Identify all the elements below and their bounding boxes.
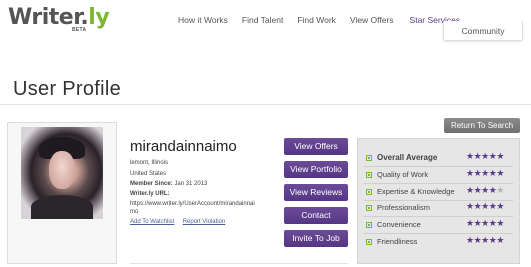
profile-links: Add To Watchlist Report Violation bbox=[130, 218, 225, 226]
view-offers-button[interactable]: View Offers bbox=[284, 138, 348, 155]
ratings-panel: Overall Average ★ ★ ★ ★ ★ Quality of Work ★ ★ ★ ★ ★… bbox=[357, 138, 520, 264]
rating-bullet-icon bbox=[366, 188, 372, 195]
contact-button[interactable]: Contact bbox=[284, 207, 348, 224]
star-icon: ★ bbox=[466, 219, 474, 230]
profile-url-line1[interactable]: https://www.writer.ly/UserAccount/mirand… bbox=[130, 200, 255, 208]
rating-label: Professionalism bbox=[377, 203, 430, 213]
rating-stars: ★★★★★ bbox=[466, 236, 504, 246]
return-to-search-button[interactable]: Return To Search bbox=[444, 118, 520, 133]
community-tab[interactable]: Community bbox=[443, 21, 523, 41]
star-icon: ★ bbox=[466, 202, 474, 213]
rating-row: Professionalism ★★★★★ bbox=[366, 201, 514, 217]
rating-bullet-icon bbox=[366, 171, 372, 178]
star-icon: ★ bbox=[481, 152, 489, 162]
site-header: Writer.ly BETA How it Works Find Talent … bbox=[0, 0, 531, 42]
member-since-label: Member Since: bbox=[130, 181, 173, 187]
star-icon: ★ bbox=[466, 168, 474, 179]
rating-stars: ★★★★★ bbox=[466, 219, 504, 229]
photo-shoulders bbox=[31, 195, 93, 219]
member-since: Member Since: Jan 31 2013 bbox=[130, 180, 207, 188]
title-divider bbox=[0, 104, 531, 105]
profile-photo-frame bbox=[7, 122, 117, 264]
rating-stars: ★★★★★ bbox=[466, 152, 504, 162]
url-label: Writer.ly URL: bbox=[130, 191, 170, 197]
page-title: User Profile bbox=[13, 78, 122, 100]
rating-label: Quality of Work bbox=[377, 169, 429, 179]
main-nav: How it Works Find Talent Find Work View … bbox=[178, 15, 474, 25]
profile-url-line2[interactable]: mo bbox=[130, 208, 138, 216]
rating-stars: ★★★★★ bbox=[466, 202, 504, 212]
photo-face bbox=[49, 151, 75, 189]
nav-find-work[interactable]: Find Work bbox=[297, 15, 336, 25]
rating-row: Overall Average ★★★★★ bbox=[366, 151, 514, 167]
rating-label: Convenience bbox=[377, 220, 421, 230]
rating-bullet-icon bbox=[366, 239, 372, 245]
rating-stars: ★★★★★ bbox=[466, 169, 504, 179]
rating-row: Friendliness ★★★★★ bbox=[366, 235, 514, 251]
rating-row: Expertise & Knowledge ★★★★★ bbox=[366, 185, 514, 201]
writerly-logo[interactable]: Writer.ly BETA bbox=[8, 5, 110, 35]
star-icon: ★ bbox=[481, 185, 489, 196]
star-icon: ★ bbox=[496, 152, 504, 162]
profile-country: United States bbox=[130, 171, 167, 177]
profile-city: lemont, Illinois bbox=[130, 160, 169, 166]
rating-bullet-icon bbox=[366, 205, 372, 212]
view-reviews-button[interactable]: View Reviews bbox=[284, 184, 348, 201]
star-icon: ★ bbox=[496, 168, 504, 179]
star-icon: ★ bbox=[496, 202, 504, 213]
star-icon: ★ bbox=[466, 185, 474, 196]
star-icon: ★ bbox=[496, 185, 504, 196]
add-to-watchlist-link[interactable]: Add To Watchlist bbox=[130, 219, 174, 225]
report-violation-link[interactable]: Report Violation bbox=[183, 219, 226, 225]
rating-stars: ★★★★★ bbox=[466, 186, 504, 196]
rating-row: Convenience ★★★★★ bbox=[366, 218, 514, 234]
view-portfolio-button[interactable]: View Portfolio bbox=[284, 161, 348, 178]
nav-how-it-works[interactable]: How it Works bbox=[178, 15, 228, 25]
star-icon: ★ bbox=[481, 168, 489, 179]
rating-label: Expertise & Knowledge bbox=[377, 186, 455, 196]
star-icon: ★ bbox=[481, 236, 489, 246]
rating-label: Friendliness bbox=[377, 237, 418, 246]
star-icon: ★ bbox=[481, 202, 489, 213]
nav-view-offers[interactable]: View Offers bbox=[350, 15, 394, 25]
star-icon: ★ bbox=[466, 152, 474, 162]
member-since-value: Jan 31 2013 bbox=[174, 181, 208, 187]
rating-bullet-icon bbox=[366, 155, 372, 161]
invite-to-job-button[interactable]: Invite To Job bbox=[284, 230, 348, 247]
nav-find-talent[interactable]: Find Talent bbox=[242, 15, 283, 25]
profile-divider bbox=[130, 263, 348, 264]
star-icon: ★ bbox=[496, 236, 504, 246]
star-icon: ★ bbox=[481, 219, 489, 230]
beta-badge: BETA bbox=[72, 27, 87, 33]
rating-bullet-icon bbox=[366, 222, 372, 229]
logo-accent: ly bbox=[88, 5, 110, 30]
star-icon: ★ bbox=[496, 219, 504, 230]
profile-username: mirandainnaimo bbox=[130, 138, 237, 155]
rating-label: Overall Average bbox=[377, 153, 438, 162]
star-icon: ★ bbox=[466, 236, 474, 246]
rating-row: Quality of Work ★★★★★ bbox=[366, 168, 514, 184]
profile-photo bbox=[21, 127, 103, 219]
